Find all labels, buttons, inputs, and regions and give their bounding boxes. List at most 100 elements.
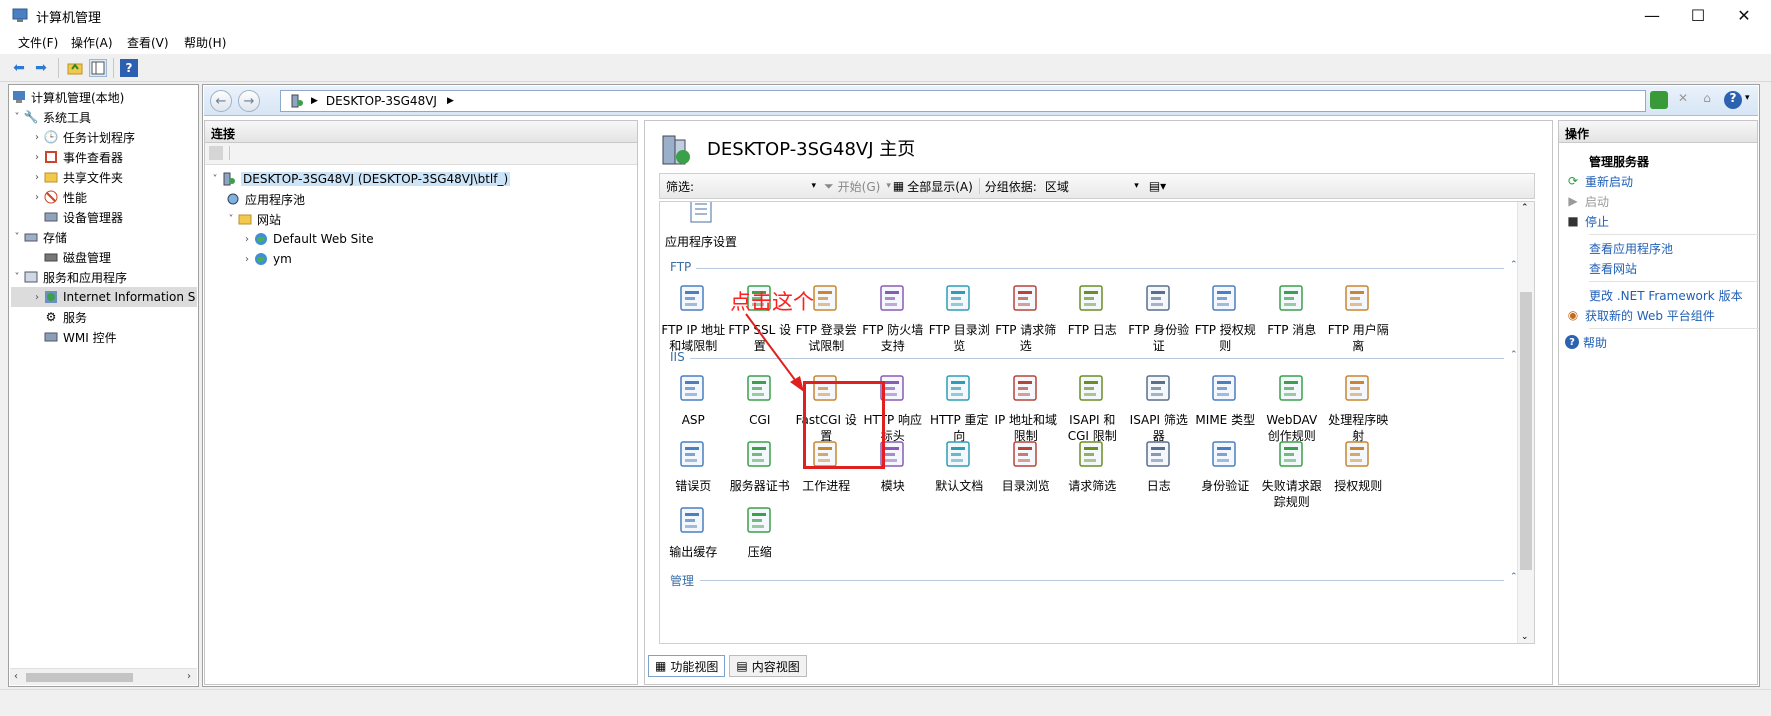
action-start[interactable]: ▶ 启动	[1565, 191, 1755, 211]
feature-ftp-7[interactable]: FTP 身份验证	[1126, 282, 1193, 354]
stop-icon[interactable]: ✕	[1674, 91, 1692, 109]
help-icon[interactable]: ?	[1724, 91, 1742, 109]
action-help[interactable]: ? 帮助	[1565, 332, 1755, 352]
connect-icon[interactable]	[209, 146, 223, 160]
show-all-button[interactable]: 全部显示(A)	[907, 178, 973, 195]
feature-iis2-4[interactable]: 默认文档	[926, 438, 993, 510]
feature-iis2-5[interactable]: 目录浏览	[993, 438, 1060, 510]
tree-item-services[interactable]: ⚙ 服务	[11, 307, 197, 327]
tree-item-system-tools[interactable]: ˅ 🔧 系统工具	[11, 107, 197, 127]
tree-item-wmi[interactable]: WMI 控件	[11, 327, 197, 347]
action-view-sites[interactable]: 查看网站	[1565, 258, 1755, 278]
feature-ftp-0[interactable]: FTP IP 地址和域限制	[660, 282, 727, 354]
feature-ftp-4[interactable]: FTP 目录浏览	[926, 282, 993, 354]
action-get-components[interactable]: ◉ 获取新的 Web 平台组件	[1565, 305, 1755, 325]
view-mode-icon[interactable]: ▤▾	[1149, 179, 1166, 193]
vertical-scrollbar[interactable]: ⌃ ⌄	[1517, 202, 1534, 643]
feature-ftp-9[interactable]: FTP 消息	[1259, 282, 1326, 354]
refresh-icon[interactable]	[1650, 91, 1668, 109]
feature-iis-10[interactable]: 处理程序映射	[1325, 372, 1392, 444]
scroll-right-icon[interactable]: ›	[187, 671, 191, 682]
tree-item-default-site[interactable]: › Default Web Site	[209, 229, 629, 249]
back-arrow-icon[interactable]: ⬅	[10, 59, 28, 77]
nav-forward-button[interactable]: →	[238, 90, 260, 112]
tree-root[interactable]: 计算机管理(本地)	[11, 87, 197, 107]
menu-file[interactable]: 文件(F)	[18, 34, 58, 51]
feature-ftp-5[interactable]: FTP 请求筛选	[993, 282, 1060, 354]
tree-item-services-apps[interactable]: ˅ 服务和应用程序	[11, 267, 197, 287]
action-change-net[interactable]: 更改 .NET Framework 版本	[1565, 285, 1755, 305]
tree-item-task-scheduler[interactable]: › 🕒 任务计划程序	[11, 127, 197, 147]
chevron-right-icon[interactable]: ›	[31, 192, 43, 203]
filter-input[interactable]: ▾	[698, 177, 817, 195]
chevron-down-icon[interactable]: ˅	[11, 232, 23, 243]
feature-iis2-7[interactable]: 日志	[1126, 438, 1193, 510]
tree-item-storage[interactable]: ˅ 存储	[11, 227, 197, 247]
chevron-down-icon[interactable]: ˅	[225, 214, 237, 225]
feature-iis2-8[interactable]: 身份验证	[1192, 438, 1259, 510]
tab-content-view[interactable]: ▤ 内容视图	[729, 655, 807, 677]
chevron-down-icon[interactable]: ▾	[1745, 93, 1750, 103]
tree-item-app-pools[interactable]: 应用程序池	[209, 189, 629, 209]
tree-item-shared-folders[interactable]: › 共享文件夹	[11, 167, 197, 187]
feature-iis-4[interactable]: HTTP 重定向	[926, 372, 993, 444]
feature-iis-5[interactable]: IP 地址和域限制	[993, 372, 1060, 444]
scroll-up-icon[interactable]: ⌃	[1521, 203, 1529, 213]
horizontal-scrollbar[interactable]: ‹ ›	[10, 668, 197, 685]
tree-item-device-manager[interactable]: 设备管理器	[11, 207, 197, 227]
feature-iis2-9[interactable]: 失败请求跟踪规则	[1259, 438, 1326, 510]
feature-ftp-6[interactable]: FTP 日志	[1059, 282, 1126, 354]
scroll-thumb[interactable]	[26, 673, 133, 682]
up-folder-icon[interactable]	[66, 59, 84, 77]
forward-arrow-icon[interactable]: ➡	[32, 59, 50, 77]
action-restart[interactable]: ⟳ 重新启动	[1565, 171, 1755, 191]
chevron-down-icon[interactable]: ˅	[11, 272, 23, 283]
feature-iis2-6[interactable]: 请求筛选	[1059, 438, 1126, 510]
tree-item-event-viewer[interactable]: › 事件查看器	[11, 147, 197, 167]
feature-ftp-3[interactable]: FTP 防火墙支持	[860, 282, 927, 354]
scroll-left-icon[interactable]: ‹	[14, 671, 18, 682]
feature-iis2-0[interactable]: 错误页	[660, 438, 727, 510]
chevron-right-icon[interactable]: ›	[31, 292, 43, 303]
minimize-button[interactable]: —	[1629, 0, 1675, 30]
tree-item-sites[interactable]: ˅ 网站	[209, 209, 629, 229]
feature-ftp-8[interactable]: FTP 授权规则	[1192, 282, 1259, 354]
feature-iis3-0[interactable]: 输出缓存	[660, 504, 727, 560]
nav-back-button[interactable]: ←	[210, 90, 232, 112]
chevron-right-icon[interactable]: ›	[241, 234, 253, 245]
chevron-right-icon[interactable]: ›	[31, 172, 43, 183]
close-button[interactable]: ✕	[1721, 0, 1767, 30]
tree-item-iis[interactable]: › Internet Information S	[11, 287, 197, 307]
feature-iis-6[interactable]: ISAPI 和 CGI 限制	[1059, 372, 1126, 444]
chevron-down-icon[interactable]: ▾	[886, 181, 891, 191]
feature-ftp-10[interactable]: FTP 用户隔离	[1325, 282, 1392, 354]
feature-app-settings[interactable]: 应用程序设置	[664, 202, 738, 250]
breadcrumb-arrow-icon[interactable]: ▶	[447, 96, 454, 106]
menu-view[interactable]: 查看(V)	[127, 34, 169, 51]
chevron-right-icon[interactable]: ›	[31, 152, 43, 163]
feature-iis-7[interactable]: ISAPI 筛选器	[1126, 372, 1193, 444]
chevron-right-icon[interactable]: ›	[31, 132, 43, 143]
menu-help[interactable]: 帮助(H)	[184, 34, 226, 51]
maximize-button[interactable]: ☐	[1675, 0, 1721, 30]
feature-iis2-10[interactable]: 授权规则	[1325, 438, 1392, 510]
feature-iis2-1[interactable]: 服务器证书	[727, 438, 794, 510]
tab-features-view[interactable]: ▦ 功能视图	[648, 655, 726, 677]
tree-item-disk-management[interactable]: 磁盘管理	[11, 247, 197, 267]
feature-iis-0[interactable]: ASP	[660, 372, 727, 444]
feature-iis3-1[interactable]: 压缩	[727, 504, 794, 560]
feature-iis-9[interactable]: WebDAV 创作规则	[1259, 372, 1326, 444]
tree-item-performance[interactable]: › 性能	[11, 187, 197, 207]
tree-item-server[interactable]: ˅ DESKTOP-3SG48VJ (DESKTOP-3SG48VJ\btlf_…	[209, 169, 629, 189]
help-icon[interactable]: ?	[120, 59, 138, 77]
chevron-down-icon[interactable]: ˅	[11, 112, 23, 123]
action-view-app-pools[interactable]: 查看应用程序池	[1565, 238, 1755, 258]
show-hide-tree-icon[interactable]	[89, 59, 107, 77]
menu-action[interactable]: 操作(A)	[71, 34, 113, 51]
feature-iis-8[interactable]: MIME 类型	[1192, 372, 1259, 444]
address-path[interactable]: ▶ DESKTOP-3SG48VJ ▶	[280, 90, 1646, 112]
start-button[interactable]: 开始(G)	[838, 178, 881, 195]
scroll-thumb[interactable]	[1520, 292, 1532, 570]
tree-item-ym[interactable]: › ym	[209, 249, 629, 269]
action-stop[interactable]: ■ 停止	[1565, 211, 1755, 231]
